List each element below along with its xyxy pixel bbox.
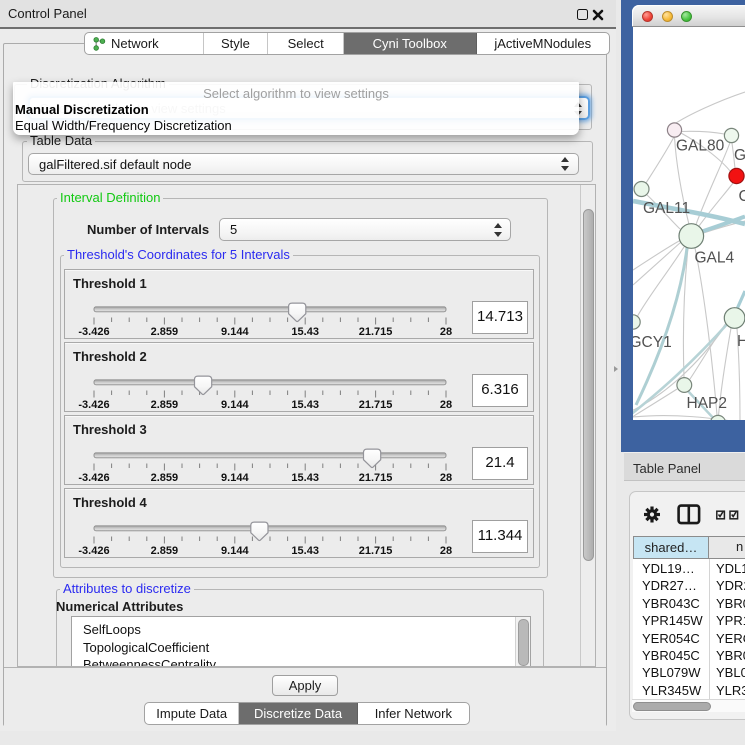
svg-text:21.715: 21.715 bbox=[359, 326, 393, 338]
svg-text:HAP2: HAP2 bbox=[687, 395, 728, 412]
svg-text:15.43: 15.43 bbox=[291, 472, 319, 484]
svg-text:GAL11: GAL11 bbox=[643, 200, 690, 217]
svg-text:9.144: 9.144 bbox=[221, 326, 249, 338]
svg-text:2.859: 2.859 bbox=[151, 545, 179, 557]
svg-text:-3.426: -3.426 bbox=[78, 326, 109, 338]
svg-text:15.43: 15.43 bbox=[291, 326, 319, 338]
svg-text:9.144: 9.144 bbox=[221, 545, 249, 557]
svg-text:21.715: 21.715 bbox=[359, 545, 393, 557]
svg-text:21.715: 21.715 bbox=[359, 472, 393, 484]
svg-text:2.859: 2.859 bbox=[151, 326, 179, 338]
svg-text:GCY1: GCY1 bbox=[633, 334, 672, 351]
svg-text:-3.426: -3.426 bbox=[78, 545, 109, 557]
svg-text:H: H bbox=[737, 333, 745, 350]
svg-text:28: 28 bbox=[440, 326, 452, 338]
svg-text:-3.426: -3.426 bbox=[78, 472, 109, 484]
svg-text:9.144: 9.144 bbox=[221, 399, 249, 411]
svg-text:2.859: 2.859 bbox=[151, 399, 179, 411]
svg-text:9.144: 9.144 bbox=[221, 472, 249, 484]
svg-text:2.859: 2.859 bbox=[151, 472, 179, 484]
svg-text:15.43: 15.43 bbox=[291, 545, 319, 557]
svg-text:21.715: 21.715 bbox=[359, 399, 393, 411]
svg-text:15.43: 15.43 bbox=[291, 399, 319, 411]
svg-text:GAL80: GAL80 bbox=[676, 138, 725, 155]
svg-text:28: 28 bbox=[440, 472, 452, 484]
svg-text:28: 28 bbox=[440, 399, 452, 411]
svg-text:-3.426: -3.426 bbox=[78, 399, 109, 411]
svg-text:28: 28 bbox=[440, 545, 452, 557]
svg-text:C: C bbox=[739, 188, 745, 205]
svg-text:GA: GA bbox=[734, 147, 745, 164]
svg-text:GAL4: GAL4 bbox=[695, 250, 735, 267]
